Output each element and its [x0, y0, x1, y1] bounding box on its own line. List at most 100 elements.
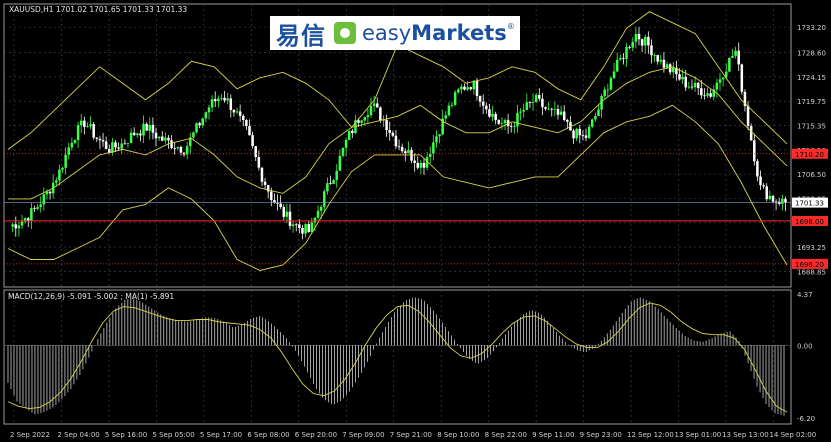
macd-tick-label: 4.37	[797, 291, 813, 299]
candle-body	[329, 183, 332, 184]
candle-body	[544, 107, 547, 109]
candle-body	[553, 108, 557, 110]
candle-body	[516, 112, 519, 127]
candle-body	[129, 132, 133, 143]
candle-body	[176, 146, 180, 149]
candle-body	[301, 228, 304, 234]
candle-body	[404, 151, 407, 154]
candle-body	[282, 206, 286, 217]
candle-body	[285, 211, 289, 217]
candle-body	[781, 198, 784, 205]
candle-body	[30, 208, 33, 221]
candle-body	[220, 97, 223, 99]
candle-body	[344, 139, 348, 148]
candle-body	[326, 183, 329, 192]
candle-body	[238, 111, 242, 116]
x-tick-label: 5 Sep 05:00	[152, 431, 194, 439]
candle-body	[684, 76, 687, 88]
macd-tick-label: 0.00	[797, 342, 813, 350]
x-tick-label: 7 Sep 21:00	[390, 431, 432, 439]
candle-body	[42, 194, 46, 205]
candle-body	[310, 222, 314, 232]
x-tick-label: 2 Sep 2022	[10, 431, 50, 439]
price-tick-label: 1706.50	[797, 171, 826, 179]
level-tag-label: 1698.00	[795, 218, 824, 226]
chart-header: XAUUSD,H1 1701.02 1701.65 1701.33 1701.3…	[9, 5, 187, 14]
x-tick-label: 6 Sep 08:00	[247, 431, 289, 439]
logo-mark-icon	[334, 22, 356, 44]
candle-body	[11, 224, 14, 227]
candle-body	[460, 86, 463, 90]
candle-body	[584, 135, 588, 138]
candle-body	[668, 64, 672, 73]
candle-body	[95, 137, 99, 139]
candle-body	[693, 82, 697, 88]
candle-body	[173, 147, 176, 149]
candle-body	[562, 111, 566, 120]
candle-body	[279, 203, 282, 207]
candle-body	[416, 162, 420, 168]
candle-body	[447, 105, 451, 116]
candle-body	[572, 130, 575, 139]
candle-body	[151, 124, 155, 133]
candle-body	[58, 169, 61, 181]
candle-body	[500, 123, 504, 125]
candle-body	[76, 125, 80, 141]
candle-body	[469, 87, 472, 90]
candle-body	[223, 97, 226, 101]
candle-body	[55, 180, 58, 183]
candle-body	[192, 132, 195, 138]
candle-body	[575, 128, 578, 139]
bollinger-middle-line	[8, 66, 788, 200]
candle-body	[375, 103, 379, 108]
candle-body	[634, 33, 638, 42]
candle-body	[248, 125, 251, 136]
price-tick-label: 1688.85	[797, 268, 826, 276]
candle-body	[226, 98, 229, 101]
candle-body	[316, 210, 320, 218]
candle-body	[485, 105, 488, 110]
candle-body	[531, 102, 535, 103]
x-tick-label: 5 Sep 17:00	[200, 431, 242, 439]
candle-body	[665, 64, 669, 68]
candle-body	[709, 93, 712, 97]
candle-body	[422, 162, 426, 168]
candle-body	[615, 59, 619, 72]
candle-body	[740, 64, 744, 92]
candle-body	[400, 146, 404, 152]
candle-body	[142, 123, 145, 136]
price-chart: 2 Sep 2022 2 Sep 04:00 5 Sep 16:00 5 Sep 05…	[3, 3, 828, 439]
price-tick-label: 1728.60	[797, 49, 826, 57]
candle-body	[148, 124, 152, 131]
x-tick-label: 8 Sep 10:00	[437, 431, 479, 439]
x-tick-label: 14 Sep 02:00	[769, 431, 816, 439]
candle-body	[198, 123, 201, 126]
candle-body	[397, 146, 401, 148]
candle-body	[14, 224, 18, 229]
candle-body	[101, 140, 105, 142]
candle-body	[612, 71, 616, 79]
candle-body	[522, 109, 525, 112]
candle-body	[17, 225, 21, 229]
candle-body	[419, 162, 423, 168]
candle-body	[687, 86, 691, 88]
candle-body	[444, 115, 448, 119]
candle-body	[307, 224, 310, 232]
macd-tick-label: -6.20	[797, 415, 815, 423]
price-tick-label: 1733.20	[797, 24, 826, 32]
x-tick-label: 9 Sep 23:00	[580, 431, 622, 439]
candle-body	[519, 111, 522, 113]
candle-body	[407, 149, 410, 154]
candle-body	[83, 120, 86, 127]
candle-body	[235, 111, 239, 113]
candle-body	[204, 112, 208, 119]
candle-body	[559, 111, 563, 115]
candle-body	[435, 136, 438, 143]
candle-body	[463, 86, 466, 90]
candle-body	[534, 95, 538, 103]
candle-body	[656, 55, 659, 62]
candle-body	[379, 107, 382, 121]
candle-body	[64, 154, 67, 168]
candle-body	[566, 119, 569, 122]
price-tick-label: 1693.25	[797, 244, 826, 252]
